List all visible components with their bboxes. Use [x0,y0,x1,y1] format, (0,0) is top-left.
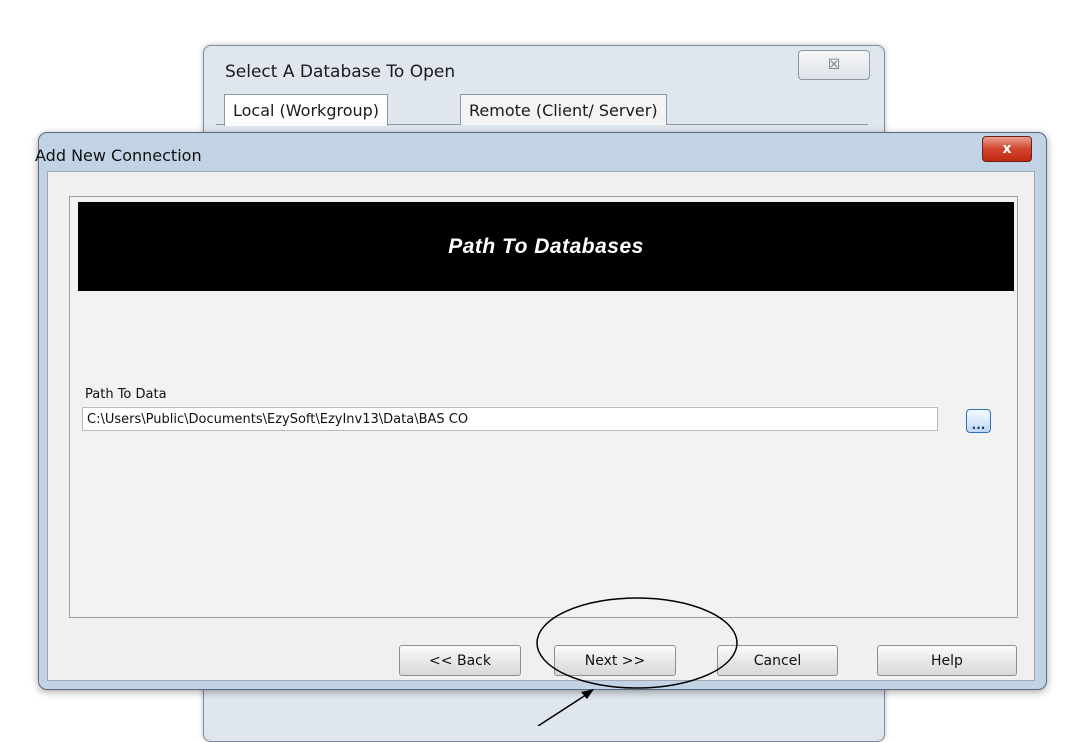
background-close-button[interactable]: ☒ [798,50,870,80]
dialog-title: Add New Connection [35,146,202,165]
back-button-label: << Back [429,652,491,669]
background-tab-strip: Local (Workgroup) Remote (Client/ Server… [216,94,868,126]
add-new-connection-dialog: Add New Connection x Path To Databases P… [35,132,1047,690]
close-icon: x [1002,141,1012,157]
close-icon: ☒ [827,57,841,73]
path-label: Path To Data [85,387,167,402]
tab-local-workgroup[interactable]: Local (Workgroup) [224,94,389,126]
back-button[interactable]: << Back [399,645,521,676]
close-button[interactable]: x [982,136,1032,162]
help-button[interactable]: Help [877,645,1017,676]
ellipsis-icon: ... [971,418,986,432]
cancel-button-label: Cancel [753,652,802,669]
next-button[interactable]: Next >> [554,645,676,676]
banner-title: Path To Databases [448,234,644,258]
path-input[interactable] [82,407,938,431]
cancel-button[interactable]: Cancel [717,645,838,676]
help-button-label: Help [931,652,963,669]
tab-label: Local (Workgroup) [233,101,380,120]
tab-label: Remote (Client/ Server) [469,100,658,120]
tab-remote-client-server[interactable]: Remote (Client/ Server) [460,94,667,125]
wizard-page-panel: Path To Databases Path To Data ... [69,196,1018,618]
background-window-title: Select A Database To Open [225,62,456,82]
next-button-label: Next >> [584,652,646,669]
dialog-client-area: Path To Databases Path To Data ... << Ba… [47,171,1035,681]
browse-button[interactable]: ... [966,409,991,433]
page-banner: Path To Databases [78,202,1014,291]
